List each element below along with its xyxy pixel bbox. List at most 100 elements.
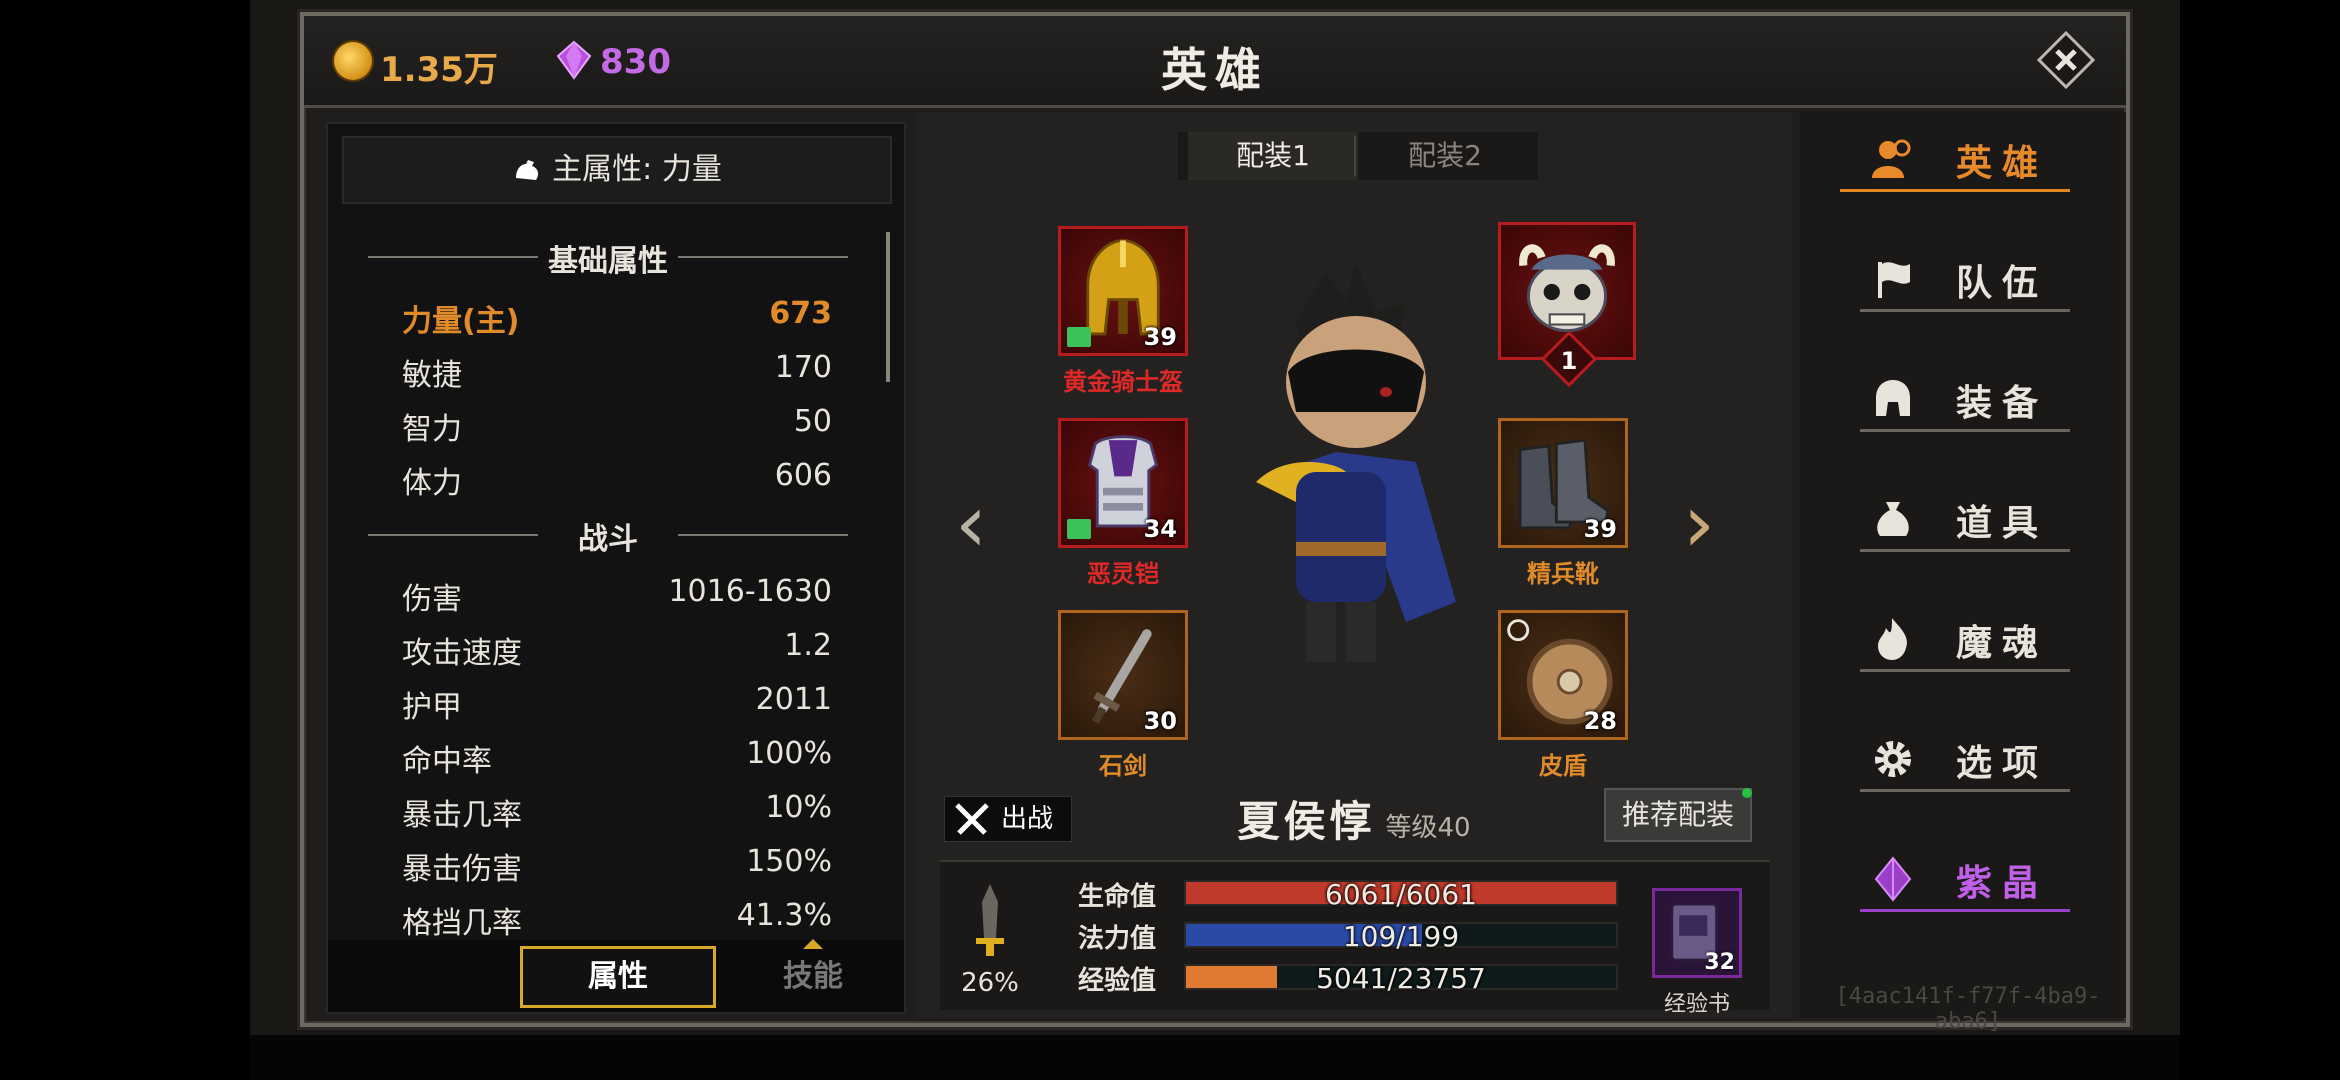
stat-row-attack-speed: 攻击速度 1.2 (402, 628, 832, 671)
exp-bar: 5041/23757 (1184, 962, 1618, 995)
attributes-panel: 主属性: 力量 基础属性 力量(主) 673 敏捷 170 智力 50 体力 6… (326, 122, 906, 1014)
armor-slot[interactable]: 34 (1058, 418, 1188, 548)
menu-label: 魔魂 (1956, 623, 2049, 664)
hp-bar: 6061/6061 (1184, 878, 1618, 911)
gear-icon (1875, 741, 1911, 777)
mp-value: 109/199 (1342, 920, 1460, 953)
stat-value: 41.3% (736, 898, 832, 933)
stat-value: 2011 (755, 682, 832, 717)
stat-value: 150% (746, 844, 832, 879)
hero-icon (1872, 139, 1911, 178)
combat-header: 战斗 (368, 514, 848, 558)
menu-label: 装备 (1956, 383, 2049, 424)
stat-label: 力量(主) (402, 304, 520, 339)
scrollbar[interactable] (886, 232, 890, 382)
shield-name: 皮盾 (1539, 752, 1587, 780)
stat-label: 暴击几率 (402, 798, 522, 833)
item-level: 39 (1583, 515, 1617, 543)
tab-divider (1354, 136, 1356, 176)
menu-hero[interactable]: 英雄 (1840, 122, 2070, 192)
proficiency-percent: 26% (961, 968, 1019, 998)
exp-book-label: 经验书 (1663, 992, 1730, 1017)
stat-row-agility: 敏捷 170 (402, 350, 832, 393)
weapon-name: 石剑 (1099, 752, 1147, 780)
recommend-loadout-button[interactable]: 推荐配装 (1604, 788, 1752, 842)
stat-row-hit-rate: 命中率 100% (402, 736, 832, 779)
stat-value: 606 (774, 458, 832, 493)
loadout-tabs: 配装1 配装2 (1178, 132, 1538, 180)
page-title: 英雄 (1161, 43, 1269, 97)
pet-slot[interactable]: 1 (1498, 222, 1636, 388)
user-id: [4aac141f-f77f-4ba9-aba6] (1835, 984, 2101, 1034)
stat-row-intelligence: 智力 50 (402, 404, 832, 447)
menu-label: 队伍 (1956, 263, 2049, 304)
stat-row-armor: 护甲 2011 (402, 682, 832, 725)
item-level: 30 (1143, 707, 1177, 735)
tab-attributes-label: 属性 (588, 959, 648, 994)
boots-name: 精兵靴 (1527, 560, 1599, 588)
tab-loadout-1[interactable]: 配装1 (1188, 132, 1358, 180)
exp-value: 5041/23757 (1316, 962, 1486, 995)
exp-book-item[interactable]: 32 (1652, 888, 1742, 978)
hero-vitals: 26% 生命值 6061/6061 法力值 109/199 经验值 5041/2… (940, 860, 1770, 1017)
menu-soul[interactable]: 魔魂 (1860, 602, 2070, 672)
hero-level: 等级40 (1385, 813, 1471, 843)
main-attribute-text: 主属性: 力量 (552, 152, 722, 187)
hero-window: 1.35万 830 英雄 主属性: 力量 基础属性 力量(主) 673 敏捷 1… (300, 12, 2130, 1034)
helmet-name: 黄金骑士盔 (1063, 368, 1183, 396)
tab-attributes[interactable]: 属性 (520, 939, 823, 1008)
exp-label: 经验值 (1078, 966, 1157, 996)
stat-value: 10% (765, 790, 832, 825)
hero-name: 夏侯惇 (1237, 797, 1376, 846)
next-hero-button[interactable]: › (1674, 484, 1724, 564)
stat-value: 100% (746, 736, 832, 771)
main-attribute-banner: 主属性: 力量 (342, 136, 892, 204)
weapon-proficiency-icon (976, 884, 1004, 956)
stat-label: 护甲 (402, 690, 462, 725)
weapon-slot[interactable]: 30 (1058, 610, 1188, 740)
stat-row-crit-damage: 暴击伤害 150% (402, 844, 832, 887)
menu-options[interactable]: 选项 (1860, 722, 2070, 792)
prev-hero-button[interactable]: ‹ (946, 484, 996, 564)
menu-team[interactable]: 队伍 (1860, 242, 2070, 312)
background-right (2180, 0, 2340, 1080)
stat-label: 体力 (402, 466, 462, 501)
menu-amethyst[interactable]: 紫晶 (1860, 842, 2070, 912)
stat-label: 暴击伤害 (402, 852, 522, 887)
tab-loadout-2[interactable]: 配装2 (1360, 132, 1530, 180)
crystal-icon (1874, 856, 1912, 902)
stat-value: 1016-1630 (668, 574, 832, 609)
menu-label: 紫晶 (1956, 863, 2049, 904)
basic-attributes-header: 基础属性 (368, 236, 848, 280)
skill-book-icon (1067, 519, 1091, 539)
stat-label: 伤害 (402, 582, 462, 617)
menu-items[interactable]: 道具 (1860, 482, 2070, 552)
menu-equipment[interactable]: 装备 (1860, 362, 2070, 432)
stat-value: 170 (774, 350, 832, 385)
stat-value: 1.2 (784, 628, 832, 663)
strength-arm-icon (516, 159, 539, 180)
stat-label: 攻击速度 (402, 636, 522, 671)
hero-info-row: 出战 夏侯惇 等级40 推荐配装 (916, 788, 1792, 848)
stat-row-stamina: 体力 606 (402, 458, 832, 501)
boots-slot[interactable]: 39 (1498, 418, 1628, 548)
menu-label: 道具 (1956, 503, 2049, 544)
hero-character-model[interactable] (1216, 262, 1476, 682)
stat-label: 格挡几率 (402, 906, 522, 941)
tab-skills[interactable]: 技能 (718, 946, 908, 1008)
notification-dot (1742, 788, 1752, 798)
hp-value: 6061/6061 (1325, 878, 1477, 911)
item-level: 39 (1143, 323, 1177, 351)
hp-label: 生命值 (1078, 882, 1157, 912)
stat-row-damage: 伤害 1016-1630 (402, 574, 832, 617)
stat-row-crit-chance: 暴击几率 10% (402, 790, 832, 833)
shield-slot[interactable]: 28 (1498, 610, 1628, 740)
mp-bar: 109/199 (1184, 920, 1618, 953)
helmet-slot[interactable]: 39 (1058, 226, 1188, 356)
stat-value: 50 (793, 404, 832, 439)
flag-icon (1878, 262, 1910, 298)
armor-name: 恶灵铠 (1087, 560, 1159, 588)
item-level: 28 (1583, 707, 1617, 735)
stat-row-block-chance: 格挡几率 41.3% (402, 898, 832, 941)
close-button[interactable] (2036, 30, 2096, 90)
